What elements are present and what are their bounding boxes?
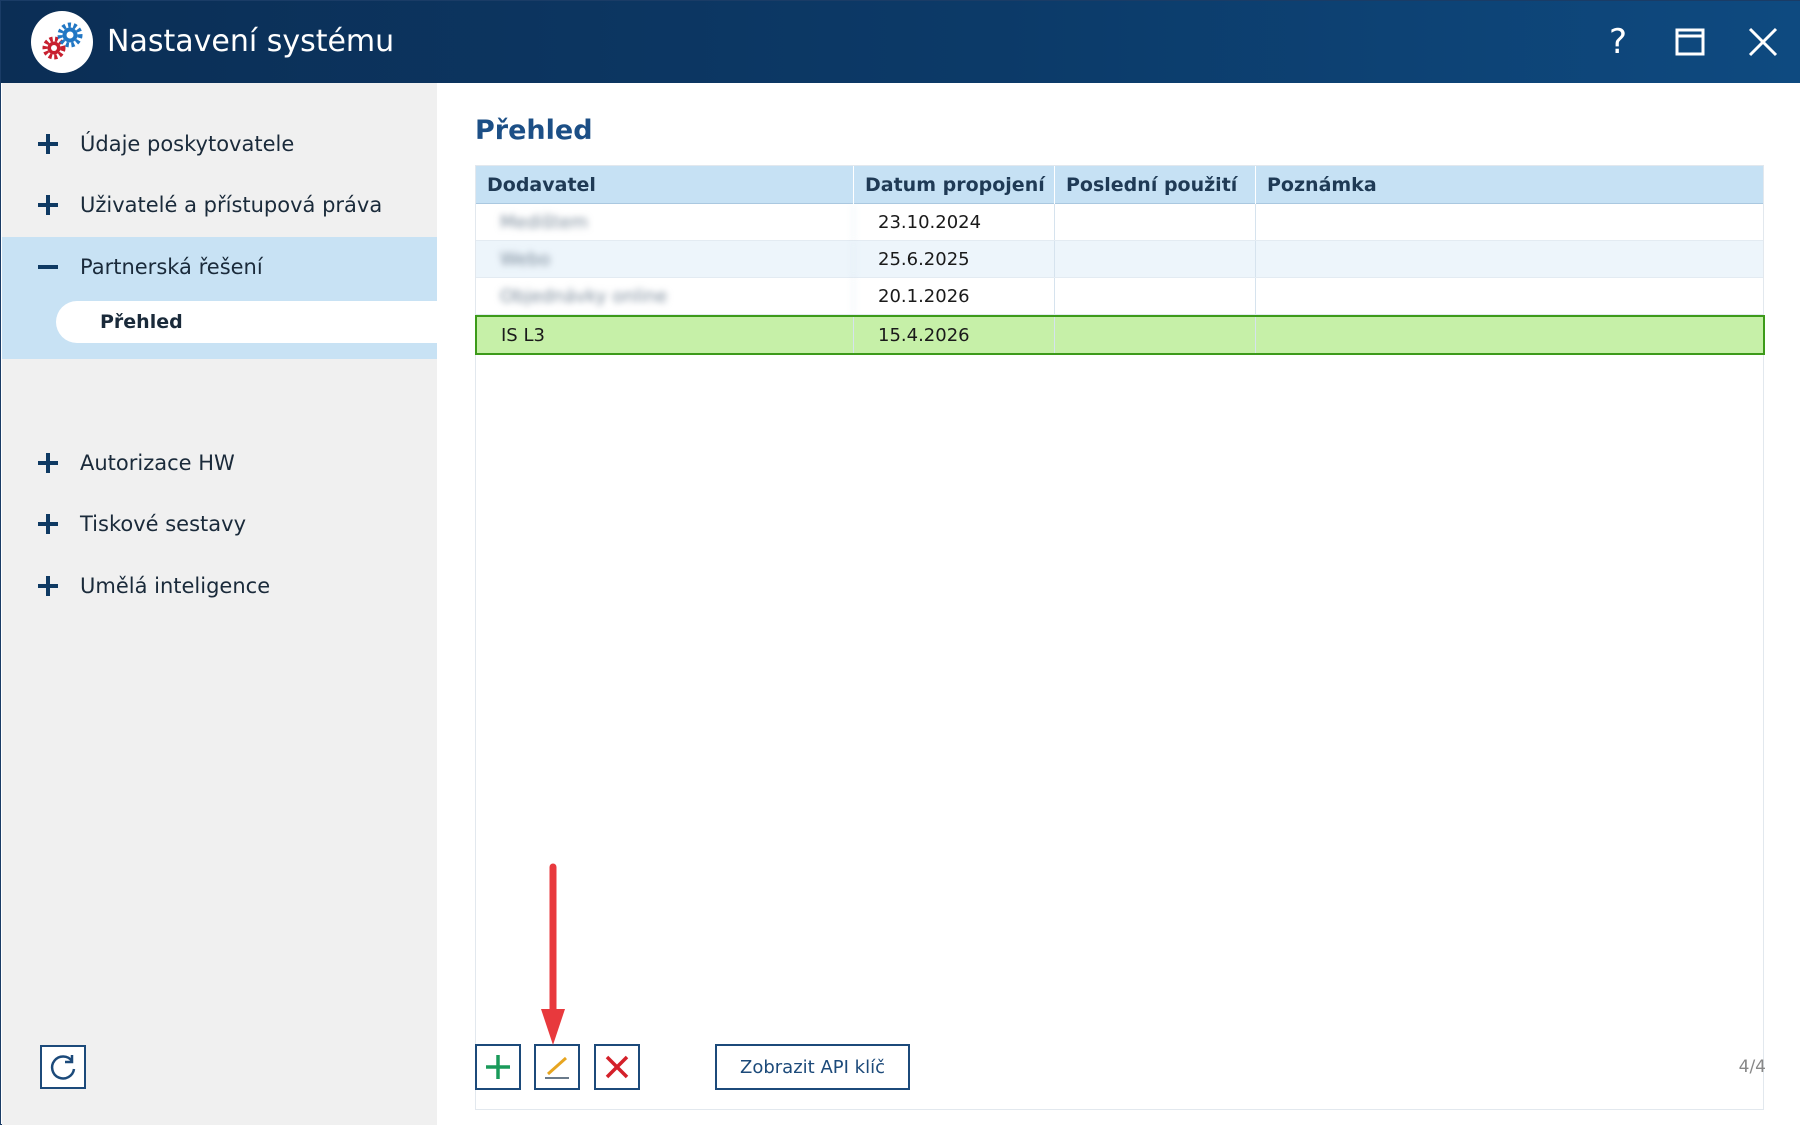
main-panel: Přehled Dodavatel Datum propojení Posled… [437,83,1800,1125]
sidebar-item-label: Tiskové sestavy [80,512,247,536]
sidebar-item-udaje-poskytovatele[interactable]: Údaje poskytovatele [2,114,437,174]
help-icon: ? [1608,22,1628,62]
add-button[interactable] [475,1044,521,1090]
refresh-button[interactable] [40,1045,86,1089]
delete-x-icon [605,1055,629,1079]
expand-plus-icon [38,513,60,535]
expand-plus-icon [38,452,60,474]
cell-posledni [1055,317,1256,353]
show-api-key-button[interactable]: Zobrazit API klíč [715,1044,910,1090]
cell-dodavatel: Webo [476,241,854,277]
cell-posledni [1055,204,1256,240]
sidebar-subitem-label: Přehled [100,311,183,333]
sidebar-item-label: Uživatelé a přístupová práva [80,193,383,217]
close-button[interactable] [1738,17,1788,67]
table-row[interactable]: Medištem 23.10.2024 [476,204,1763,241]
sidebar-item-autorizace-hw[interactable]: Autorizace HW [2,433,437,493]
plus-icon [486,1055,510,1079]
system-settings-window: Nastavení systému ? Údaje poskytovatele … [0,0,1800,1125]
table-header: Dodavatel Datum propojení Poslední použi… [476,166,1763,204]
partners-table: Dodavatel Datum propojení Poslední použi… [475,165,1765,1110]
annotation-arrow-icon [541,863,565,1045]
expand-plus-icon [38,194,60,216]
record-counter: 4/4 [1738,1057,1766,1077]
cell-poznamka [1256,241,1763,277]
close-icon [1748,27,1778,57]
table-row[interactable]: Webo 25.6.2025 [476,241,1763,278]
column-header-dodavatel[interactable]: Dodavatel [476,166,854,204]
gears-logo-icon [31,11,93,73]
table-row[interactable]: Objednávky online 20.1.2026 [476,278,1763,315]
column-header-datum-propojeni[interactable]: Datum propojení [854,166,1055,204]
column-header-posledni-pouziti[interactable]: Poslední použití [1055,166,1256,204]
title-bar: Nastavení systému ? [1,1,1800,83]
sidebar-item-umela-inteligence[interactable]: Umělá inteligence [2,556,437,616]
cell-dodavatel: IS L3 [477,317,854,353]
cell-poznamka [1256,317,1762,353]
delete-button[interactable] [594,1044,640,1090]
maximize-button[interactable] [1665,17,1715,67]
collapse-minus-icon [38,256,60,278]
help-button[interactable]: ? [1593,17,1643,67]
refresh-icon [50,1055,76,1080]
cell-datum: 23.10.2024 [854,204,1055,240]
expand-plus-icon [38,133,60,155]
sidebar-item-label: Údaje poskytovatele [80,132,295,156]
sidebar: Údaje poskytovatele Uživatelé a přístupo… [2,83,437,1125]
window-title: Nastavení systému [107,24,395,59]
cell-posledni [1055,241,1256,277]
cell-datum: 20.1.2026 [854,278,1055,314]
maximize-icon [1675,28,1705,56]
sidebar-item-uzivatele[interactable]: Uživatelé a přístupová práva [2,175,437,235]
cell-dodavatel: Objednávky online [476,278,854,314]
edit-button[interactable] [534,1044,580,1090]
cell-poznamka [1256,278,1763,314]
cell-datum: 15.4.2026 [854,317,1055,353]
sidebar-subitem-prehled[interactable]: Přehled [56,301,437,343]
pencil-icon [545,1056,569,1079]
sidebar-item-label: Umělá inteligence [80,574,271,598]
cell-posledni [1055,278,1256,314]
sidebar-item-label: Partnerská řešení [80,255,263,279]
column-header-poznamka[interactable]: Poznámka [1256,166,1763,204]
sidebar-item-label: Autorizace HW [80,451,235,475]
sidebar-item-tiskove-sestavy[interactable]: Tiskové sestavy [2,494,437,554]
sidebar-item-partnerska-reseni[interactable]: Partnerská řešení [2,237,437,297]
cell-datum: 25.6.2025 [854,241,1055,277]
expand-plus-icon [38,575,60,597]
cell-poznamka [1256,204,1763,240]
page-title: Přehled [475,115,593,146]
cell-dodavatel: Medištem [476,204,854,240]
table-row-selected[interactable]: IS L3 15.4.2026 [475,315,1765,355]
